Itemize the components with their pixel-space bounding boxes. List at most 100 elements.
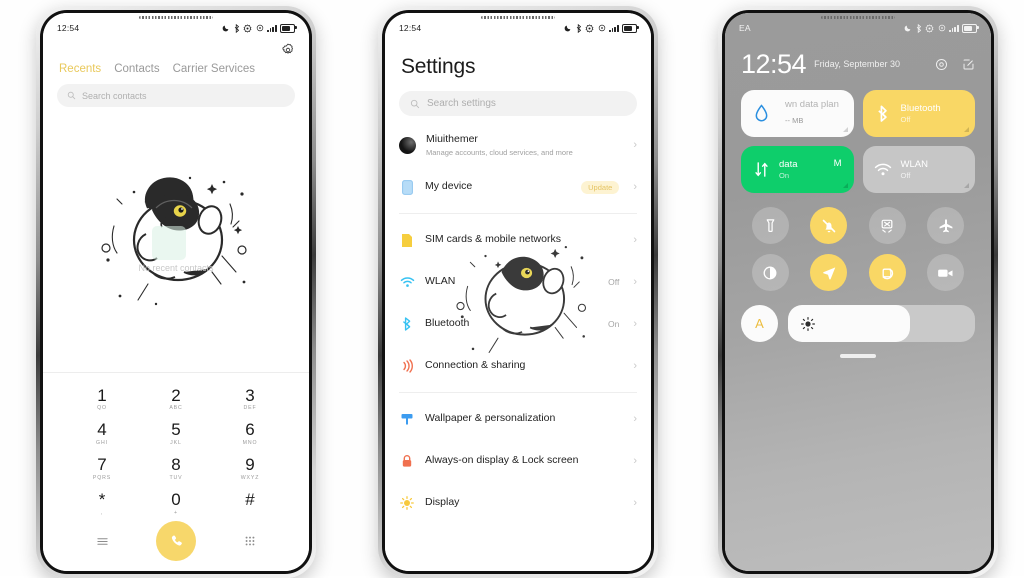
menu-lines-icon[interactable] bbox=[65, 536, 139, 547]
toggle-dark-mode[interactable] bbox=[751, 254, 789, 291]
key-letters: PQRS bbox=[92, 475, 112, 482]
key-letters: DEF bbox=[243, 405, 257, 412]
signal-bars-icon bbox=[949, 24, 959, 32]
search-contacts-bar[interactable]: Search contacts bbox=[57, 84, 295, 107]
key-4[interactable]: 4 GHI bbox=[65, 417, 139, 448]
page-title: Settings bbox=[401, 55, 476, 78]
settings-row-wlan[interactable]: WLAN Off › bbox=[385, 261, 651, 303]
dialer-app: 12:54 Recents Contacts Carrier Services … bbox=[43, 13, 309, 571]
key-digit: 2 bbox=[171, 385, 181, 405]
chevron-right-icon: › bbox=[633, 496, 637, 509]
settings-star-icon bbox=[243, 23, 252, 33]
settings-row-always-on-display[interactable]: Always-on display & Lock screen › bbox=[385, 440, 651, 482]
carrier-label: EA bbox=[739, 23, 751, 33]
key-hash[interactable]: # bbox=[213, 487, 287, 518]
tab-contacts[interactable]: Contacts bbox=[114, 63, 159, 75]
wifi-icon bbox=[873, 163, 893, 177]
tile-text: Bluetooth Off bbox=[901, 103, 941, 125]
key-letters: WXYZ bbox=[240, 475, 260, 482]
key-letters: TUV bbox=[169, 475, 183, 482]
key-letters: QO bbox=[97, 405, 107, 412]
earpiece-grille bbox=[139, 16, 213, 19]
clock-time: 12:54 bbox=[741, 49, 807, 79]
key-8[interactable]: 8 TUV bbox=[139, 452, 213, 483]
dark-mode-icon bbox=[763, 266, 777, 279]
call-button[interactable] bbox=[156, 521, 196, 561]
key-letters: ABC bbox=[169, 405, 183, 412]
clock-date: Friday, September 30 bbox=[814, 58, 900, 69]
settings-item-label: Connection & sharing bbox=[425, 359, 526, 372]
toggle-cast-screenshot[interactable] bbox=[868, 207, 906, 244]
alarm-icon bbox=[938, 24, 945, 32]
chevron-right-icon: › bbox=[633, 412, 637, 425]
keypad-container: 1 QO 2 ABC 3 DEF 4 GHI 5 JKL 6 MNO 7 PQRS 8 TUV … bbox=[43, 371, 309, 571]
settings-row-my-device[interactable]: My device Update › bbox=[385, 166, 651, 208]
tile-wlan[interactable]: WLAN Off bbox=[862, 146, 975, 193]
gear-icon[interactable] bbox=[281, 43, 295, 57]
update-badge[interactable]: Update bbox=[581, 180, 620, 194]
search-icon bbox=[410, 99, 420, 108]
tab-recents[interactable]: Recents bbox=[59, 63, 101, 75]
settings-item-label: SIM cards & mobile networks bbox=[425, 233, 561, 246]
screenshot-stage: 12:54 Recents Contacts Carrier Services … bbox=[0, 0, 1024, 578]
settings-row-account[interactable]: Miuithemer Manage accounts, cloud servic… bbox=[385, 124, 651, 166]
key-2[interactable]: 2 ABC bbox=[139, 383, 213, 414]
tile-text: data On bbox=[779, 159, 798, 181]
no-recent-contacts-label: No recent contacts bbox=[138, 263, 214, 274]
search-settings-bar[interactable]: Search settings bbox=[399, 91, 637, 116]
control-center: EA 12:54 Friday, September 30 wn data pl… bbox=[725, 13, 991, 571]
settings-item-value: On bbox=[607, 319, 620, 329]
key-6[interactable]: 6 MNO bbox=[213, 417, 287, 448]
toggle-auto-rotate[interactable] bbox=[868, 254, 906, 291]
settings-item-label: Display bbox=[425, 496, 460, 509]
settings-gear-icon[interactable] bbox=[935, 58, 948, 71]
chevron-right-icon: › bbox=[633, 138, 637, 151]
edit-pencil-icon[interactable] bbox=[962, 58, 975, 71]
toggle-location[interactable] bbox=[810, 254, 848, 291]
key-5[interactable]: 5 JKL bbox=[139, 417, 213, 448]
toggle-screen-recorder[interactable] bbox=[927, 254, 965, 291]
brightness-row: A bbox=[725, 291, 991, 342]
recents-empty-area: No recent contacts bbox=[43, 107, 309, 372]
toggle-airplane-mode[interactable] bbox=[927, 207, 965, 244]
display-sun-icon bbox=[399, 495, 415, 511]
list-divider bbox=[399, 392, 637, 393]
toggle-flashlight[interactable] bbox=[751, 207, 789, 244]
key-letters: MNO bbox=[242, 440, 258, 447]
key-digit: # bbox=[245, 490, 255, 510]
settings-row-display[interactable]: Display › bbox=[385, 482, 651, 524]
tile-subtitle: On bbox=[779, 171, 790, 181]
settings-row-sim-cards[interactable]: SIM cards & mobile networks › bbox=[385, 219, 651, 261]
screen-recorder-icon bbox=[938, 269, 953, 277]
phone-mockup-dialer: 12:54 Recents Contacts Carrier Services … bbox=[36, 6, 316, 578]
tile-data-plan[interactable]: wn data plan -- MB bbox=[741, 90, 854, 137]
key-0[interactable]: 0 + bbox=[139, 487, 213, 518]
toggle-silent-mode[interactable] bbox=[810, 207, 848, 244]
tile-bluetooth[interactable]: Bluetooth Off bbox=[862, 90, 975, 137]
settings-item-label: My device bbox=[425, 180, 473, 193]
settings-row-text: Display bbox=[425, 496, 623, 509]
key-7[interactable]: 7 PQRS bbox=[65, 452, 139, 483]
settings-row-wallpaper[interactable]: Wallpaper & personalization › bbox=[385, 398, 651, 440]
settings-row-connection-sharing[interactable]: Connection & sharing › bbox=[385, 345, 651, 387]
key-star[interactable]: *, bbox=[65, 487, 139, 518]
key-1[interactable]: 1 QO bbox=[65, 383, 139, 414]
tile-extra-label: M bbox=[833, 158, 842, 169]
drag-handle[interactable] bbox=[840, 354, 876, 358]
key-letters: + bbox=[174, 510, 178, 516]
dialpad-icon[interactable] bbox=[213, 535, 287, 547]
bluetooth-icon bbox=[399, 316, 415, 332]
brightness-slider[interactable] bbox=[788, 305, 975, 342]
data-drop-icon bbox=[751, 104, 771, 123]
key-3[interactable]: 3 DEF bbox=[213, 383, 287, 414]
tab-carrier-services[interactable]: Carrier Services bbox=[173, 63, 255, 75]
key-9[interactable]: 9 WXYZ bbox=[213, 452, 287, 483]
settings-row-bluetooth[interactable]: Bluetooth On › bbox=[385, 303, 651, 345]
battery-icon bbox=[622, 23, 639, 33]
earpiece-grille bbox=[821, 16, 895, 19]
tile-mobile-data[interactable]: data On M bbox=[741, 146, 854, 193]
tile-subtitle: Off bbox=[900, 115, 911, 125]
sim-card-icon bbox=[399, 232, 415, 248]
auto-brightness-button[interactable]: A bbox=[741, 305, 778, 342]
settings-row-text: Miuithemer Manage accounts, cloud servic… bbox=[426, 133, 623, 157]
